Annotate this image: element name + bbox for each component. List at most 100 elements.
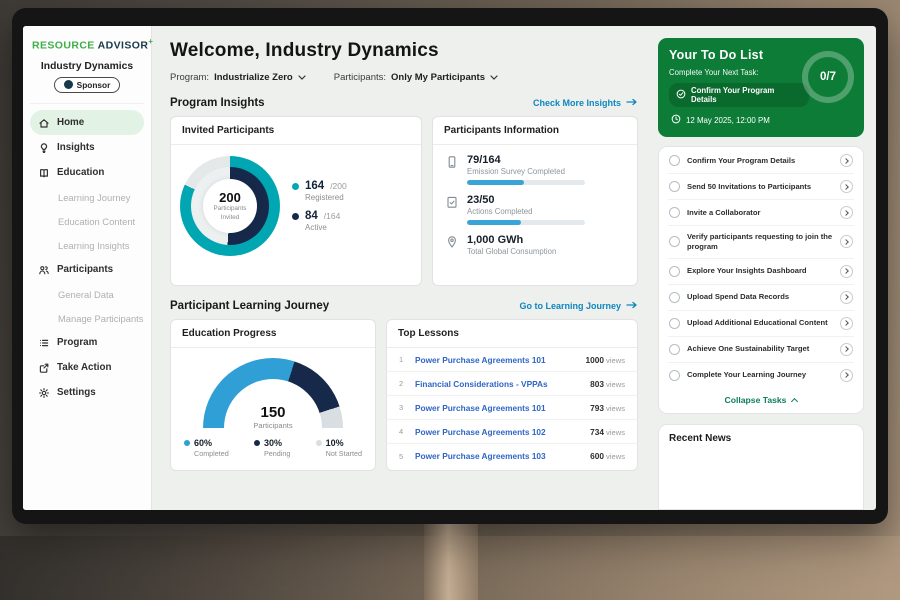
recent-news-title: Recent News bbox=[669, 433, 853, 444]
invited-donut-chart: 200 Participants Invited bbox=[180, 156, 280, 256]
progress-bar bbox=[467, 220, 585, 225]
list-icon bbox=[38, 337, 50, 349]
task-chevron-icon[interactable] bbox=[840, 206, 853, 219]
task-chevron-icon[interactable] bbox=[840, 343, 853, 356]
lesson-row[interactable]: 1 Power Purchase Agreements 101 1000view… bbox=[387, 348, 637, 372]
task-item[interactable]: Upload Additional Educational Content bbox=[668, 311, 854, 337]
task-chevron-icon[interactable] bbox=[840, 180, 853, 193]
next-task-chip[interactable]: Confirm Your Program Details bbox=[669, 83, 809, 107]
donut-legend: 164 /200 Registered 84 /164 bbox=[292, 172, 347, 240]
check-circle-icon bbox=[676, 89, 686, 101]
lesson-link[interactable]: Financial Considerations - VPPAs bbox=[415, 379, 582, 389]
program-filter-dropdown[interactable]: Program: Industrialize Zero bbox=[170, 72, 306, 83]
filter-bar: Program: Industrialize Zero Participants… bbox=[170, 72, 638, 83]
legend-item-registered: 164 /200 Registered bbox=[292, 180, 347, 202]
task-chevron-icon[interactable] bbox=[840, 291, 853, 304]
participants-filter-label: Participants: bbox=[334, 72, 386, 83]
sidebar-item-education-content[interactable]: Education Content bbox=[30, 209, 144, 233]
program-insights-header: Program Insights Check More Insights bbox=[170, 97, 638, 109]
education-progress-card: Education Progress 150 Participants bbox=[170, 319, 376, 471]
task-item[interactable]: Achieve One Sustainability Target bbox=[668, 337, 854, 363]
sidebar-item-insights[interactable]: Insights bbox=[30, 135, 144, 160]
education-gauge-chart: 150 Participants bbox=[203, 358, 343, 430]
sidebar-item-education[interactable]: Education bbox=[30, 160, 144, 185]
sidebar-item-program[interactable]: Program bbox=[30, 330, 144, 355]
lesson-row[interactable]: 2 Financial Considerations - VPPAs 803vi… bbox=[387, 372, 637, 396]
todo-panel: Your To Do List Complete Your Next Task:… bbox=[652, 26, 876, 510]
sidebar-item-participants[interactable]: Participants bbox=[30, 257, 144, 282]
monitor-stand bbox=[424, 518, 478, 600]
progress-bar bbox=[467, 180, 585, 185]
sidebar-item-learning-insights[interactable]: Learning Insights bbox=[30, 233, 144, 257]
task-chevron-icon[interactable] bbox=[840, 154, 853, 167]
sponsor-icon bbox=[64, 80, 73, 89]
todo-task-list: Confirm Your Program Details Send 50 Inv… bbox=[658, 146, 864, 414]
card-title: Participants Information bbox=[433, 117, 637, 145]
card-title: Invited Participants bbox=[171, 117, 421, 145]
lesson-link[interactable]: Power Purchase Agreements 102 bbox=[415, 427, 582, 437]
sidebar-item-learning-journey[interactable]: Learning Journey bbox=[30, 185, 144, 209]
task-checkbox[interactable] bbox=[669, 266, 680, 277]
lesson-link[interactable]: Power Purchase Agreements 103 bbox=[415, 451, 582, 461]
arrow-right-icon bbox=[626, 98, 638, 108]
sidebar-item-home[interactable]: Home bbox=[30, 110, 144, 135]
legend-dot bbox=[316, 440, 322, 446]
chevron-up-icon bbox=[791, 398, 798, 405]
legend-dot bbox=[184, 440, 190, 446]
invited-participants-card: Invited Participants 200 Participants In… bbox=[170, 116, 422, 286]
main-content: Welcome, Industry Dynamics Program: Indu… bbox=[152, 26, 652, 510]
task-chevron-icon[interactable] bbox=[840, 265, 853, 278]
task-item[interactable]: Verify participants requesting to join t… bbox=[668, 226, 854, 259]
task-checkbox[interactable] bbox=[669, 292, 680, 303]
task-checkbox[interactable] bbox=[669, 370, 680, 381]
learning-cards-row: Education Progress 150 Participants bbox=[170, 319, 638, 471]
participants-filter-dropdown[interactable]: Participants: Only My Participants bbox=[334, 72, 498, 83]
task-item[interactable]: Confirm Your Program Details bbox=[668, 148, 854, 174]
participants-information-card: Participants Information 79/164 Emission… bbox=[432, 116, 638, 286]
task-item[interactable]: Send 50 Invitations to Participants bbox=[668, 174, 854, 200]
background: RESOURCE ADVISOR+ Industry Dynamics Spon… bbox=[0, 0, 900, 600]
lesson-row[interactable]: 4 Power Purchase Agreements 102 734views bbox=[387, 420, 637, 444]
task-item[interactable]: Complete Your Learning Journey bbox=[668, 363, 854, 388]
lesson-link[interactable]: Power Purchase Agreements 101 bbox=[415, 355, 578, 365]
task-chevron-icon[interactable] bbox=[840, 235, 853, 248]
check-more-insights-link[interactable]: Check More Insights bbox=[533, 98, 638, 108]
donut-center: 200 Participants Invited bbox=[203, 179, 257, 233]
sidebar-item-manage-participants[interactable]: Manage Participants bbox=[30, 306, 144, 330]
lesson-link[interactable]: Power Purchase Agreements 101 bbox=[415, 403, 582, 413]
task-chevron-icon[interactable] bbox=[840, 317, 853, 330]
go-to-learning-journey-link[interactable]: Go to Learning Journey bbox=[519, 301, 638, 311]
lesson-row[interactable]: 5 Power Purchase Agreements 103 600views bbox=[387, 444, 637, 468]
task-item[interactable]: Invite a Collaborator bbox=[668, 200, 854, 226]
card-title: Top Lessons bbox=[387, 320, 637, 348]
task-checkbox[interactable] bbox=[669, 181, 680, 192]
task-checkbox[interactable] bbox=[669, 236, 680, 247]
org-name: Industry Dynamics bbox=[30, 61, 144, 72]
task-checkbox[interactable] bbox=[669, 155, 680, 166]
lesson-row[interactable]: 3 Power Purchase Agreements 101 793views bbox=[387, 396, 637, 420]
task-chevron-icon[interactable] bbox=[840, 369, 853, 382]
legend-item-not-started: 10% Not Started bbox=[316, 438, 362, 458]
sidebar-item-settings[interactable]: Settings bbox=[30, 380, 144, 405]
task-item[interactable]: Upload Spend Data Records bbox=[668, 285, 854, 311]
task-checkbox[interactable] bbox=[669, 318, 680, 329]
logo-resource: RESOURCE bbox=[32, 40, 95, 52]
task-checkbox[interactable] bbox=[669, 344, 680, 355]
sidebar-item-take-action[interactable]: Take Action bbox=[30, 355, 144, 380]
sidebar-nav: Home Insights Education Learning Journey bbox=[30, 110, 144, 405]
task-checkbox[interactable] bbox=[669, 207, 680, 218]
home-icon bbox=[38, 117, 50, 129]
app-window: RESOURCE ADVISOR+ Industry Dynamics Spon… bbox=[23, 26, 876, 510]
sidebar: RESOURCE ADVISOR+ Industry Dynamics Spon… bbox=[23, 26, 152, 510]
location-pin-icon bbox=[445, 235, 459, 249]
survey-icon bbox=[445, 155, 459, 169]
arrow-right-icon bbox=[626, 301, 638, 311]
sponsor-badge[interactable]: Sponsor bbox=[54, 77, 121, 93]
collapse-tasks-button[interactable]: Collapse Tasks bbox=[668, 388, 854, 410]
legend-dot bbox=[292, 213, 299, 220]
todo-progress-value: 0/7 bbox=[808, 57, 848, 97]
logo-advisor: ADVISOR bbox=[98, 40, 149, 52]
sidebar-item-general-data[interactable]: General Data bbox=[30, 282, 144, 306]
chevron-down-icon bbox=[298, 75, 306, 80]
task-item[interactable]: Explore Your Insights Dashboard bbox=[668, 259, 854, 285]
